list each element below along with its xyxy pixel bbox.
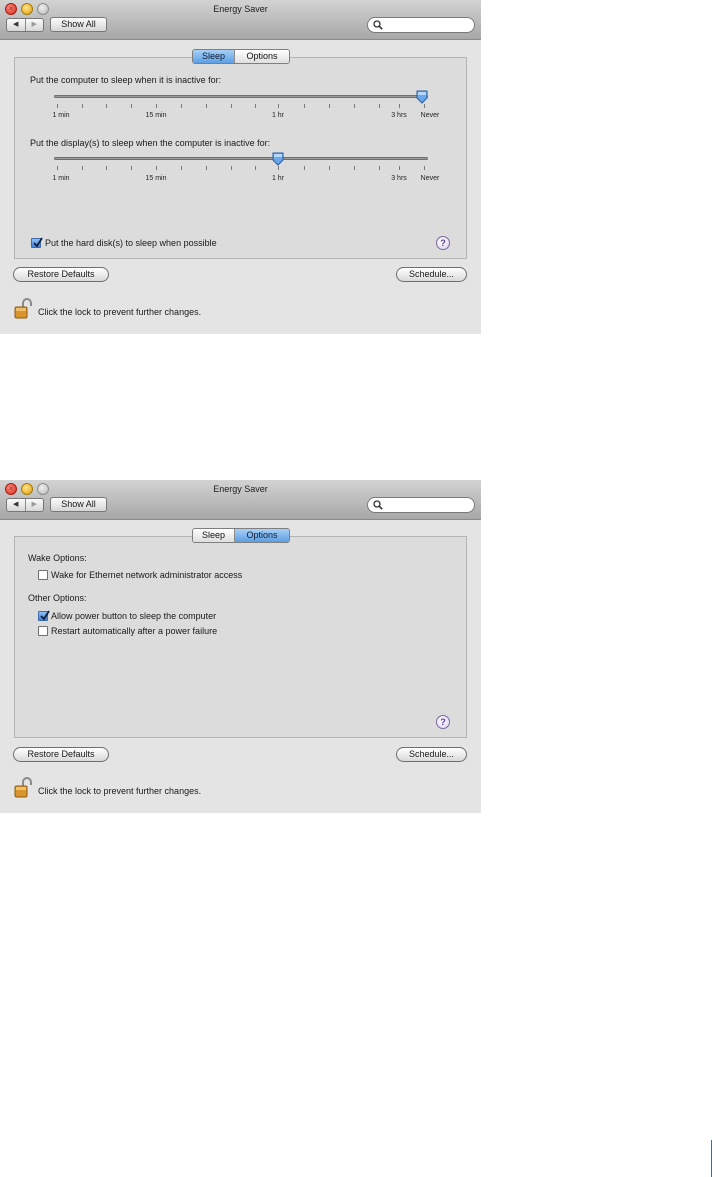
slider-tick (231, 166, 232, 170)
slider-tick (255, 166, 256, 170)
schedule-button[interactable]: Schedule... (396, 267, 467, 282)
slider-tick (278, 104, 279, 108)
nav-arrows: ◀ ▶ (6, 18, 44, 32)
slider-tick (181, 166, 182, 170)
slider-tick (278, 166, 279, 170)
tick-label: 15 min (145, 112, 167, 119)
slider-tick (399, 166, 400, 170)
wake-ethernet-label: Wake for Ethernet network administrator … (51, 570, 243, 580)
slider-tick (329, 104, 330, 108)
search-icon (373, 500, 383, 510)
slider-tick (57, 104, 58, 108)
checkmark-icon (40, 610, 50, 621)
help-icon[interactable]: ? (436, 236, 450, 250)
window-title: Energy Saver (213, 4, 268, 14)
slider-tick (82, 104, 83, 108)
display-sleep-label: Put the display(s) to sleep when the com… (30, 138, 271, 148)
slider-track (54, 157, 428, 160)
forward-arrow-icon[interactable]: ▶ (24, 19, 44, 31)
search-icon (373, 20, 383, 30)
title-bar: × Energy Saver ◀ ▶ Show All (0, 480, 481, 520)
tick-label: 3 hrs (391, 112, 407, 119)
restore-defaults-button[interactable]: Restore Defaults (13, 747, 109, 762)
show-all-button[interactable]: Show All (50, 17, 107, 32)
tab-options[interactable]: Options (234, 50, 289, 63)
open-lock-icon[interactable] (14, 777, 32, 799)
wake-options-heading: Wake Options: (28, 553, 87, 563)
slider-thumb[interactable] (416, 90, 428, 104)
slider-tick (354, 104, 355, 108)
nav-arrows: ◀ ▶ (6, 498, 44, 512)
search-input[interactable] (367, 497, 475, 513)
hard-disk-sleep-label: Put the hard disk(s) to sleep when possi… (45, 238, 217, 248)
open-lock-icon[interactable] (14, 298, 32, 320)
slider-tick (255, 104, 256, 108)
slider-tick (379, 104, 380, 108)
back-arrow-icon[interactable]: ◀ (7, 19, 25, 31)
forward-arrow-icon[interactable]: ▶ (24, 499, 44, 511)
back-arrow-icon[interactable]: ◀ (7, 499, 25, 511)
slider-tick (131, 104, 132, 108)
other-options-heading: Other Options: (28, 593, 87, 603)
tab-bar: Sleep Options (192, 49, 290, 64)
slider-tick (354, 166, 355, 170)
lock-message: Click the lock to prevent further change… (38, 307, 202, 317)
slider-tick (181, 104, 182, 108)
power-button-sleep-checkbox[interactable] (38, 610, 50, 621)
lock-message: Click the lock to prevent further change… (38, 786, 202, 796)
slider-tick (329, 166, 330, 170)
slider-tick (57, 166, 58, 170)
slider-tick (82, 166, 83, 170)
slider-tick (231, 104, 232, 108)
slider-track (54, 95, 428, 98)
search-input[interactable] (367, 17, 475, 33)
tick-label: 1 min (52, 112, 70, 119)
tick-label: Never (420, 112, 440, 119)
tab-sleep[interactable]: Sleep (193, 529, 234, 542)
slider-tick (304, 104, 305, 108)
slider-tick (206, 104, 207, 108)
slider-tick (106, 104, 107, 108)
title-bar: × Energy Saver ◀ ▶ Show All (0, 0, 481, 40)
tick-label: 1 min (52, 175, 70, 182)
tick-label: 1 hr (271, 175, 285, 182)
checkmark-icon (33, 237, 43, 248)
slider-tick (156, 104, 157, 108)
tick-label: Never (420, 175, 440, 182)
energy-saver-window-options: × Energy Saver ◀ ▶ Show All Sleep Option… (0, 480, 481, 813)
tick-label: 1 hr (271, 112, 285, 119)
tick-label: 3 hrs (391, 175, 407, 182)
options-panel (14, 536, 467, 738)
restore-defaults-button[interactable]: Restore Defaults (13, 267, 109, 282)
slider-tick (156, 166, 157, 170)
slider-tick (131, 166, 132, 170)
energy-saver-window-sleep: × Energy Saver ◀ ▶ Show All Sleep Option… (0, 0, 481, 334)
slider-tick (106, 166, 107, 170)
tab-bar: Sleep Options (192, 528, 290, 543)
slider-tick (399, 104, 400, 108)
wake-ethernet-checkbox[interactable] (38, 570, 48, 580)
window-title: Energy Saver (213, 484, 268, 494)
power-button-sleep-label: Allow power button to sleep the computer (51, 611, 217, 621)
tick-label: 15 min (145, 175, 167, 182)
slider-tick (424, 166, 425, 170)
slider-thumb[interactable] (272, 152, 284, 166)
computer-sleep-label: Put the computer to sleep when it is ina… (30, 75, 222, 85)
restart-after-failure-label: Restart automatically after a power fail… (51, 626, 218, 636)
hard-disk-sleep-checkbox[interactable] (31, 237, 43, 248)
slider-tick (206, 166, 207, 170)
slider-tick (379, 166, 380, 170)
tab-options[interactable]: Options (234, 529, 289, 542)
schedule-button[interactable]: Schedule... (396, 747, 467, 762)
restart-after-failure-checkbox[interactable] (38, 626, 48, 636)
help-icon[interactable]: ? (436, 715, 450, 729)
tab-sleep[interactable]: Sleep (193, 50, 234, 63)
slider-tick (424, 104, 425, 108)
show-all-button[interactable]: Show All (50, 497, 107, 512)
slider-tick (304, 166, 305, 170)
